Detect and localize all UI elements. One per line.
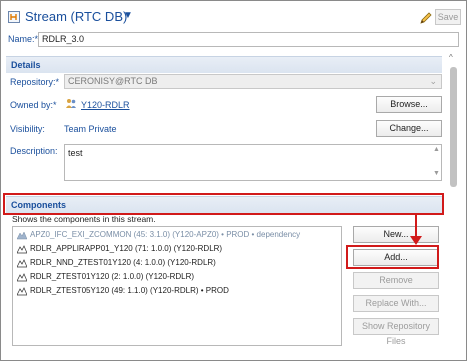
component-label: APZ0_IFC_EXI_ZCOMMON (45: 3.1.0) (Y120-A… [30, 230, 301, 239]
scroll-up-icon[interactable]: ▲ [433, 146, 440, 153]
chevron-down-icon: ⌄ [429, 76, 437, 86]
component-icon [17, 273, 27, 282]
remove-button[interactable]: Remove [353, 272, 439, 289]
repository-value: CERONISY@RTC DB [68, 76, 158, 86]
component-label: RDLR_NND_ZTEST01Y120 (4: 1.0.0) (Y120-RD… [30, 258, 216, 267]
visibility-value: Team Private [64, 124, 117, 134]
component-label: RDLR_ZTEST01Y120 (2: 1.0.0) (Y120-RDLR) [30, 272, 195, 281]
scroll-up-icon[interactable]: ^ [449, 53, 453, 62]
stream-icon [8, 11, 20, 23]
components-highlight-box [3, 193, 444, 215]
component-icon [17, 231, 27, 240]
name-field[interactable]: RDLR_3.0 [38, 32, 459, 47]
owned-by-link[interactable]: Y120-RDLR [81, 100, 130, 110]
arrow-head-icon [410, 236, 422, 245]
description-field[interactable]: test ▲ ▼ [64, 144, 442, 181]
name-label: Name:* [8, 34, 39, 44]
new-component-button[interactable]: New... [353, 226, 439, 243]
details-section-title: Details [11, 60, 41, 70]
component-label: RDLR_APPLIRAPP01_Y120 (71: 1.0.0) (Y120-… [30, 244, 223, 253]
component-label: RDLR_ZTEST05Y120 (49: 1.1.0) (Y120-RDLR)… [30, 286, 229, 295]
description-label: Description: [10, 146, 58, 156]
title-menu-chevron-icon[interactable]: ▼ [123, 10, 133, 21]
component-icon [17, 259, 27, 268]
editor-header: Stream (RTC DB) ▼ Save [8, 8, 461, 26]
repository-label: Repository:* [10, 77, 60, 87]
details-section-header[interactable]: Details [6, 56, 442, 73]
owned-by-label: Owned by:* [10, 100, 57, 110]
pencil-icon[interactable] [419, 11, 433, 25]
show-repository-files-button[interactable]: Show Repository Files [353, 318, 439, 346]
scroll-down-icon[interactable]: ▼ [433, 170, 440, 177]
description-text: test [68, 148, 83, 158]
component-icon [17, 245, 27, 254]
save-button[interactable]: Save [435, 9, 461, 25]
browse-button[interactable]: Browse... [376, 96, 442, 113]
visibility-label: Visibility: [10, 124, 45, 134]
description-scrollbar[interactable]: ▲ ▼ [431, 145, 441, 180]
editor-scrollbar[interactable]: ^ [448, 52, 460, 357]
change-button[interactable]: Change... [376, 120, 442, 137]
components-list[interactable]: APZ0_IFC_EXI_ZCOMMON (45: 3.1.0) (Y120-A… [12, 226, 342, 346]
add-button-highlight-box [346, 245, 439, 269]
scrollbar-thumb[interactable] [450, 67, 457, 187]
team-area-icon [66, 99, 76, 108]
page-title: Stream (RTC DB) [25, 9, 128, 24]
replace-with-button[interactable]: Replace With... [353, 295, 439, 312]
component-icon [17, 287, 27, 296]
components-subtitle: Shows the components in this stream. [12, 214, 156, 224]
repository-combo: CERONISY@RTC DB ⌄ [64, 74, 442, 89]
